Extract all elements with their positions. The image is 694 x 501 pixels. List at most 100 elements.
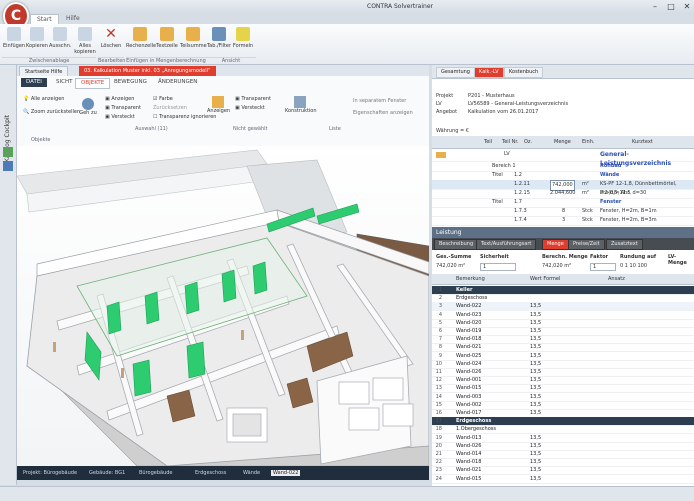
crumb-wall[interactable]: Wand-022	[271, 470, 301, 476]
table-row[interactable]: LV General-Leistungsverzeichnis	[432, 150, 694, 167]
col-einh[interactable]: Einh.	[582, 139, 594, 145]
display-button[interactable]: ▣ Anzeigen	[105, 96, 134, 102]
qty-name[interactable]: 1.Obergeschoss	[456, 425, 496, 433]
crumb-walls[interactable]: Wände	[243, 470, 260, 476]
copy-button[interactable]: Kopieren	[26, 27, 48, 49]
zoom-back-button[interactable]: 🔍 Zoom zurückstellen	[23, 109, 80, 115]
qty-name[interactable]: Wand-018	[456, 335, 481, 343]
3d-viewport[interactable]	[17, 146, 429, 466]
qty-name[interactable]: Keller	[456, 286, 472, 294]
crumb-floor[interactable]: Erdgeschoss	[195, 470, 226, 476]
building-model[interactable]	[17, 146, 429, 466]
qty-name[interactable]: Wand-026	[456, 442, 481, 450]
qty-value[interactable]: 13,5	[530, 393, 541, 401]
qty-value[interactable]: 13,5	[530, 409, 541, 417]
viewer-tab-datei[interactable]: DATEI	[21, 78, 47, 87]
minimize-button[interactable]: –	[648, 2, 662, 12]
qty-name[interactable]: Wand-001	[456, 376, 481, 384]
qty-name[interactable]: Wand-002	[456, 401, 481, 409]
hidden2-button[interactable]: ▣ Versteckt	[235, 105, 265, 111]
show-all-button[interactable]: 💡 Alle anzeigen	[23, 96, 64, 102]
qty-value[interactable]: 13,5	[530, 352, 541, 360]
tab-filter-button[interactable]: Tab./Filter	[206, 27, 232, 49]
qty-name[interactable]: Erdgeschoss	[456, 417, 491, 425]
qty-name[interactable]: Wand-014	[456, 450, 481, 458]
col-menge[interactable]: Menge	[554, 139, 571, 145]
qty-name[interactable]: Wand-021	[456, 466, 481, 474]
viewer-tab-sicht[interactable]: SICHT	[51, 78, 77, 87]
qty-name[interactable]: Wand-013	[456, 434, 481, 442]
qty-value[interactable]: 13,5	[530, 475, 541, 483]
tab-beschreibung[interactable]: Beschreibung	[434, 239, 479, 250]
transparent2-button[interactable]: ▣ Transparent	[235, 96, 271, 102]
hidden-button[interactable]: ▣ Versteckt	[105, 114, 135, 120]
close-button[interactable]: ✕	[680, 2, 694, 12]
crumb-building[interactable]: Gebäude: BG1	[89, 470, 125, 476]
col-oz[interactable]: Oz.	[524, 139, 532, 145]
qty-value[interactable]: 13,5	[530, 360, 541, 368]
qty-name[interactable]: Wand-019	[456, 327, 481, 335]
tab-hilfe[interactable]: Hilfe	[60, 14, 86, 24]
qty-name[interactable]: Wand-018	[456, 458, 481, 466]
sicherheit-input[interactable]: 1	[480, 263, 516, 271]
qty-name[interactable]: Wand-015	[456, 475, 481, 483]
maximize-button[interactable]: □	[664, 2, 678, 12]
transparency-ignore-checkbox[interactable]: ☐ Transparenz ignorieren	[153, 114, 216, 120]
col-teil-nr[interactable]: Teil Nr.	[502, 139, 519, 145]
tab-gesamtung[interactable]: Gesamtung	[436, 67, 475, 78]
tab-zusatztext[interactable]: Zusatztext	[606, 239, 643, 250]
tab-preise-zeit[interactable]: Preise/Zeit	[568, 239, 605, 250]
calc-row-button[interactable]: Rechenzelle	[126, 27, 156, 49]
viewer-tab-aenderungen[interactable]: ÄNDERUNGEN	[153, 78, 202, 87]
formulas-button[interactable]: Formeln	[232, 27, 254, 49]
construction-button[interactable]: Konstruktion	[285, 96, 317, 114]
separate-window-button[interactable]: In separatem Fenster	[353, 98, 406, 104]
qty-value[interactable]: 13,5	[530, 434, 541, 442]
text-row-button[interactable]: Textzeile	[154, 27, 180, 49]
qty-value[interactable]: 13,5	[530, 458, 541, 466]
col-kurztext[interactable]: Kurztext	[632, 139, 653, 145]
qty-name[interactable]: Wand-026	[456, 368, 481, 376]
qty-value[interactable]: 13,5	[530, 384, 541, 392]
qty-value[interactable]: 13,5	[530, 466, 541, 474]
rundung-options[interactable]: 0 1 10 100	[620, 263, 647, 269]
delete-button[interactable]: ✕ Löschen	[100, 27, 122, 49]
catalog-icon[interactable]	[3, 161, 13, 171]
doc-tab-calc[interactable]: 03. Kalkulation Muster inkl. 03 „Anregun…	[79, 66, 216, 76]
cockpit-icon[interactable]	[3, 147, 13, 157]
qty-value[interactable]: 13,5	[530, 335, 541, 343]
paste-button[interactable]: Einfügen	[3, 27, 25, 49]
crumb-project[interactable]: Projekt: Bürogebäude	[23, 470, 77, 476]
viewer-tab-bewegung[interactable]: BEWEGUNG	[109, 78, 152, 87]
subtotal-button[interactable]: Teilsumme	[180, 27, 207, 49]
qty-name[interactable]: Wand-022	[456, 302, 481, 310]
qty-value[interactable]: 13,5	[530, 368, 541, 376]
display2-button[interactable]: Anzeigen	[207, 96, 230, 114]
qty-name[interactable]: Wand-015	[456, 384, 481, 392]
cut-button[interactable]: Ausschn.	[49, 27, 71, 49]
qty-value[interactable]: 13,5	[530, 302, 541, 310]
qty-name[interactable]: Wand-020	[456, 319, 481, 327]
color-checkbox[interactable]: ☑ Farbe	[153, 96, 173, 102]
qty-name[interactable]: Wand-021	[456, 343, 481, 351]
qty-name[interactable]: Wand-023	[456, 311, 481, 319]
col-bemerkung[interactable]: Bemerkung	[456, 276, 485, 282]
faktor-input[interactable]: 1	[590, 263, 616, 271]
qty-value[interactable]: 13,5	[530, 401, 541, 409]
qty-name[interactable]: Wand-003	[456, 393, 481, 401]
qty-value[interactable]: 13,5	[530, 442, 541, 450]
qty-name[interactable]: Wand-025	[456, 352, 481, 360]
crumb-office[interactable]: Bürogebäude	[139, 470, 173, 476]
qty-value[interactable]: 13,5	[530, 319, 541, 327]
qty-name[interactable]: Erdgeschoss	[456, 294, 487, 302]
qty-row[interactable]: 24 Wand-015 13,5	[432, 475, 694, 484]
tab-menge[interactable]: Menge	[542, 239, 569, 250]
qty-name[interactable]: Wand-024	[456, 360, 481, 368]
tab-kostenbuch[interactable]: Kostenbuch	[504, 67, 544, 78]
col-wert[interactable]: Wert Formel	[530, 276, 560, 282]
qty-name[interactable]: Wand-017	[456, 409, 481, 417]
col-teil[interactable]: Teil	[484, 139, 492, 145]
reset-color-button[interactable]: Zurücksetzen	[153, 105, 187, 111]
col-ansatz[interactable]: Ansatz	[608, 276, 625, 282]
viewer-tab-objekte[interactable]: OBJEKTE	[75, 78, 111, 89]
